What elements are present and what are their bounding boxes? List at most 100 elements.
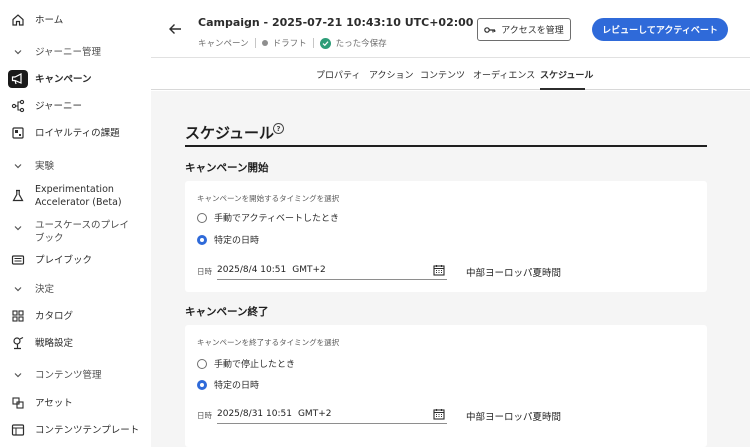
radio-checked[interactable] (197, 379, 207, 390)
nav-label: アセット (35, 397, 73, 409)
status-badge: ドラフト (272, 39, 307, 49)
review-activate-button[interactable]: レビューしてアクティベート (592, 18, 728, 41)
nav-campaigns[interactable]: キャンペーン (0, 69, 151, 89)
strategy-icon (10, 335, 26, 351)
flask-icon (10, 188, 26, 204)
section-experiments[interactable]: 実験 (0, 158, 151, 174)
start-date-tz: GMT+2 (292, 265, 326, 275)
selected-tab-indicator (540, 88, 585, 90)
schedule-panel: スケジュール ? キャンペーン開始 キャンペーンを開始するタイミングを選択 手動… (151, 91, 750, 447)
help-icon[interactable]: ? (273, 123, 284, 134)
playbook-icon (10, 252, 26, 268)
section-label: 実験 (35, 160, 55, 172)
nav-content-templates[interactable]: コンテンツテンプレート (0, 421, 151, 439)
radio-unchecked[interactable] (197, 358, 207, 369)
nav-home[interactable]: ホーム (0, 11, 151, 29)
tab-audience[interactable]: オーディエンス (473, 68, 535, 81)
end-datetime-field[interactable]: 2025/8/31 10:51 GMT+2 (217, 405, 447, 424)
draft-status-dot (261, 40, 268, 46)
end-manual-option[interactable]: 手動で停止したとき (197, 357, 295, 370)
nav-label: ホーム (35, 14, 64, 26)
nav-journeys[interactable]: ジャーニー (0, 97, 151, 115)
campaign-start-card: キャンペーンを開始するタイミングを選択 手動でアクティベートしたとき 特定の日時… (185, 181, 707, 292)
calendar-icon[interactable] (433, 408, 445, 420)
template-icon (10, 422, 26, 438)
divider (312, 38, 314, 48)
section-label: ユースケースのプレイ ブック (35, 219, 129, 245)
campaign-start-title: キャンペーン開始 (185, 162, 269, 174)
campaign-meta: キャンペーン ドラフト たった今保存 (198, 37, 387, 49)
section-content-management[interactable]: コンテンツ管理 (0, 367, 151, 383)
chevron-down-icon (10, 367, 26, 383)
tab-actions[interactable]: アクション (369, 68, 414, 81)
end-date-tz: GMT+2 (297, 409, 332, 419)
radio-unchecked[interactable] (197, 212, 207, 223)
section-use-case-playbooks[interactable]: ユースケースのプレイ ブック (0, 218, 151, 246)
key-icon (484, 26, 496, 33)
loyalty-icon (10, 125, 26, 141)
divider (254, 38, 256, 48)
chevron-down-icon (10, 158, 26, 174)
nav-loyalty-challenges[interactable]: ロイヤルティの課題 (0, 124, 151, 142)
nav-label-line1: Experimentation (35, 184, 114, 195)
manage-access-label: アクセスを管理 (501, 26, 564, 36)
nav-experimentation-accelerator[interactable]: Experimentation Accelerator (Beta) (0, 182, 151, 210)
tab-content[interactable]: コンテンツ (420, 68, 465, 81)
start-datetime-field[interactable]: 2025/8/4 10:51 GMT+2 (217, 261, 447, 280)
sidebar: ホーム ジャーニー管理 キャンペーン ジャーニー ロイヤルティの課題 実験 Ex… (0, 0, 151, 447)
end-manual-label: 手動で停止したとき (214, 360, 296, 370)
section-label: 決定 (35, 283, 55, 295)
nav-strategy-setup[interactable]: 戦略設定 (0, 334, 151, 352)
campaign-end-title: キャンペーン終了 (185, 306, 269, 318)
start-timezone-name: 中部ヨーロッパ夏時間 (466, 268, 562, 279)
assets-icon (10, 395, 26, 411)
nav-label-line2: Accelerator (Beta) (35, 197, 122, 208)
saved-status: たった今保存 (335, 39, 387, 49)
radio-checked[interactable] (197, 234, 207, 245)
section-label-line1: ユースケースのプレイ (35, 220, 130, 231)
end-specific-label: 特定の日時 (214, 381, 260, 391)
start-date-label: 日時 (197, 267, 212, 276)
nav-label: ジャーニー (35, 100, 83, 112)
nav-assets[interactable]: アセット (0, 394, 151, 412)
campaign-type: キャンペーン (198, 39, 249, 49)
start-specific-option[interactable]: 特定の日時 (197, 233, 259, 246)
campaign-tabs: プロパティ アクション コンテンツ オーディエンス スケジュール (151, 58, 750, 90)
start-specific-label: 特定の日時 (214, 236, 260, 246)
calendar-icon[interactable] (433, 264, 445, 276)
nav-label: 戦略設定 (35, 337, 74, 349)
megaphone-icon (8, 70, 28, 88)
section-label: コンテンツ管理 (35, 369, 102, 381)
campaign-title: Campaign - 2025-07-21 10:43:10 UTC+02:00 (198, 16, 474, 29)
start-hint: キャンペーンを開始するタイミングを選択 (197, 194, 340, 203)
tab-properties[interactable]: プロパティ (316, 68, 360, 81)
manage-access-button[interactable]: アクセスを管理 (477, 18, 571, 41)
nav-label: コンテンツテンプレート (35, 424, 140, 436)
journey-icon (10, 98, 26, 114)
campaign-header: Campaign - 2025-07-21 10:43:10 UTC+02:00… (151, 0, 750, 58)
nav-label: ロイヤルティの課題 (35, 127, 120, 139)
end-timezone-name: 中部ヨーロッパ夏時間 (466, 412, 562, 423)
home-icon (10, 12, 26, 28)
section-label: ジャーニー管理 (35, 46, 102, 58)
tab-schedule[interactable]: スケジュール (540, 68, 593, 81)
end-date-label: 日時 (197, 411, 212, 420)
end-date-value: 2025/8/31 10:51 (217, 409, 292, 419)
section-label-line2: ブック (35, 233, 64, 244)
chevron-down-icon (10, 281, 26, 297)
start-date-value: 2025/8/4 10:51 (217, 265, 287, 275)
back-arrow-icon[interactable] (168, 21, 182, 35)
start-manual-label: 手動でアクティベートしたとき (214, 214, 340, 224)
nav-playbooks[interactable]: プレイブック (0, 251, 151, 269)
end-specific-option[interactable]: 特定の日時 (197, 378, 259, 391)
nav-catalogs[interactable]: カタログ (0, 307, 151, 325)
title-divider (185, 145, 707, 147)
section-journey-management[interactable]: ジャーニー管理 (0, 44, 151, 60)
section-decisioning[interactable]: 決定 (0, 281, 151, 297)
nav-label: カタログ (35, 310, 74, 322)
nav-label: Experimentation Accelerator (Beta) (35, 183, 122, 209)
campaign-end-card: キャンペーンを終了するタイミングを選択 手動で停止したとき 特定の日時 日時 2… (185, 325, 707, 447)
end-hint: キャンペーンを終了するタイミングを選択 (197, 338, 340, 347)
chevron-down-icon (10, 220, 26, 236)
start-manual-option[interactable]: 手動でアクティベートしたとき (197, 211, 339, 224)
